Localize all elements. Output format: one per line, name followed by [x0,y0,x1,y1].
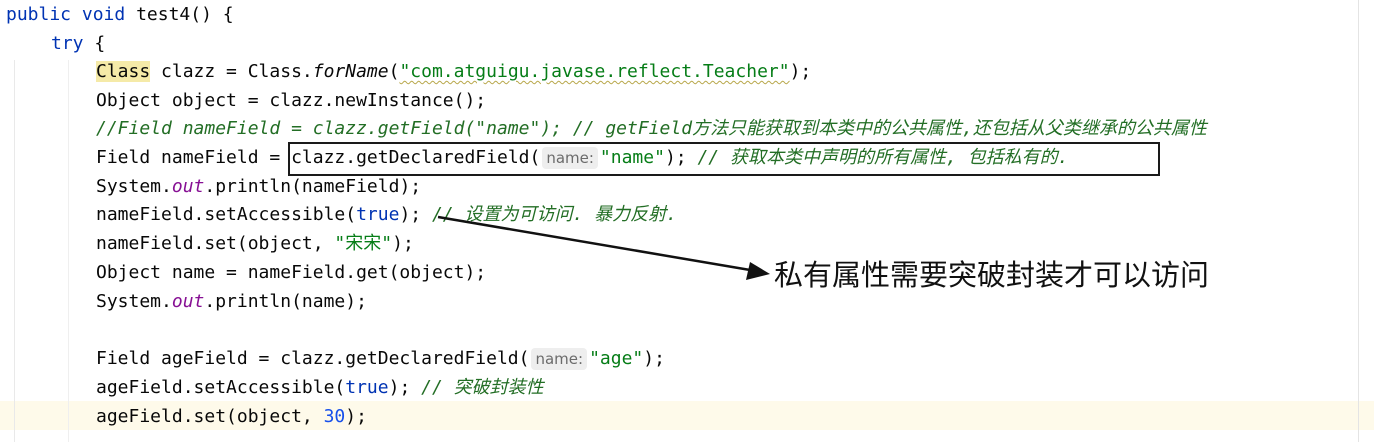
arrow-head [746,262,770,280]
arrow-line [437,215,757,273]
annotation-arrow [437,215,770,280]
annotation-callout: 私有属性需要突破封装才可以访问 [774,258,1210,292]
